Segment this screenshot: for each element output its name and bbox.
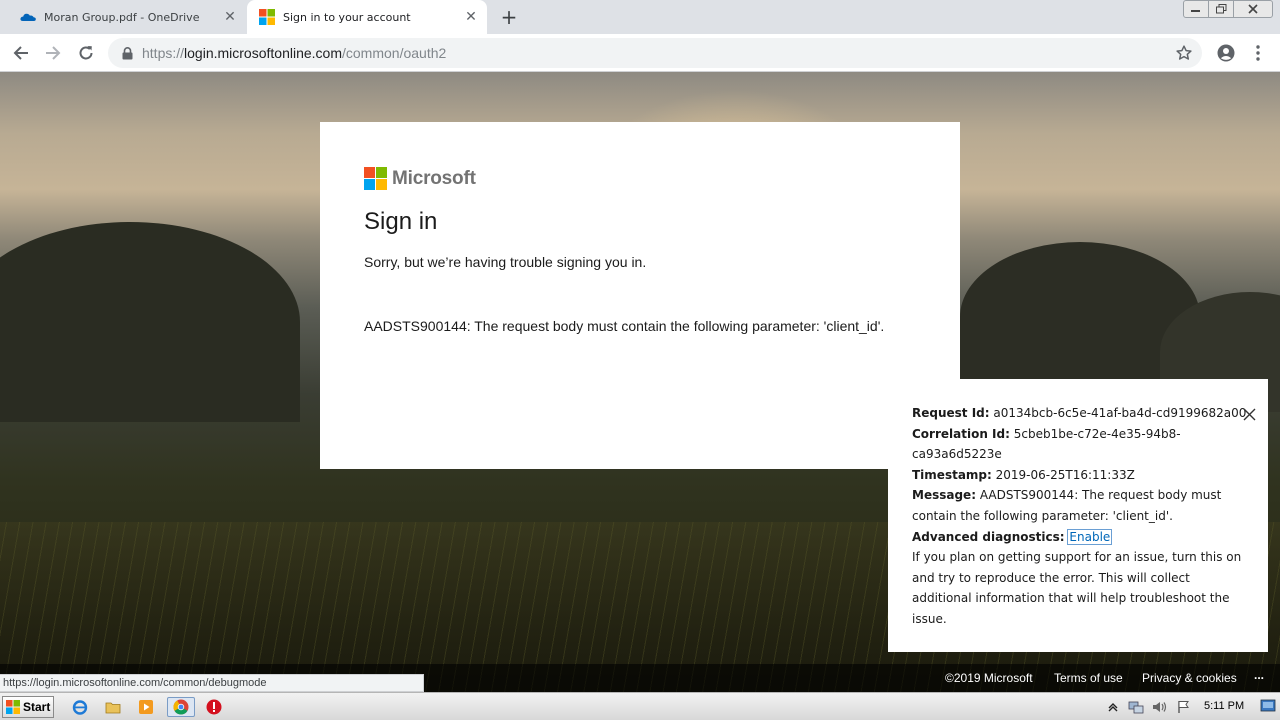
browser-toolbar: https://login.microsoftonline.com/common… [0, 34, 1280, 72]
profile-account-icon[interactable] [1214, 41, 1238, 65]
close-tab-icon[interactable]: ✕ [220, 7, 240, 27]
close-window-button[interactable] [1233, 0, 1273, 18]
message-continuation: contain the following parameter: 'client… [912, 508, 1173, 523]
watermark: ANY RUN [1038, 610, 1243, 657]
correlation-id-row: Correlation Id: 5cbeb1be-c72e-4e35-94b8- [912, 424, 1232, 445]
error-subtitle: Sorry, but we’re having trouble signing … [364, 254, 647, 270]
microsoft-logo-icon [259, 9, 275, 25]
show-desktop-icon[interactable] [1260, 698, 1276, 714]
background-hill [0, 222, 300, 422]
url-host: login.microsoftonline.com [184, 45, 342, 61]
close-icon[interactable] [1240, 405, 1258, 423]
correlation-id-label: Correlation Id: [912, 426, 1010, 441]
help-text-line: and try to reproduce the error. This wil… [912, 570, 1190, 585]
more-options-link[interactable]: ... [1254, 668, 1264, 682]
bookmark-star-icon[interactable] [1174, 43, 1194, 63]
advanced-diagnostics-label: Advanced diagnostics: [912, 529, 1065, 544]
url-scheme: https:// [142, 45, 185, 61]
error-message: AADSTS900144: The request body must cont… [364, 318, 885, 334]
address-bar[interactable]: https://login.microsoftonline.com/common… [108, 38, 1202, 68]
chrome-taskbar-icon[interactable] [167, 697, 195, 717]
enable-diagnostics-link[interactable]: Enable [1067, 528, 1113, 545]
network-icon[interactable] [1128, 700, 1144, 714]
back-arrow-icon[interactable] [9, 41, 33, 65]
brand-name: Microsoft [392, 167, 476, 189]
help-text-line: If you plan on getting support for an is… [912, 550, 1242, 565]
browser-tab-strip: Moran Group.pdf - OneDrive ✕ Sign in to … [0, 0, 1280, 34]
message-value: AADSTS900144: The request body must [979, 488, 1222, 503]
copyright-text: ©2019 Microsoft [945, 671, 1033, 685]
minimize-window-button[interactable] [1183, 0, 1209, 18]
opera-icon[interactable] [203, 697, 225, 717]
timestamp-label: Timestamp: [912, 467, 992, 482]
microsoft-logo: Microsoft [364, 167, 476, 190]
file-explorer-icon[interactable] [102, 697, 124, 717]
show-hidden-icons-icon[interactable] [1108, 702, 1118, 712]
link-status-bar: https://login.microsoftonline.com/common… [0, 674, 424, 692]
tab-onedrive[interactable]: Moran Group.pdf - OneDrive ✕ [8, 0, 246, 34]
sign-in-card: Microsoft Sign in Sorry, but we’re havin… [320, 122, 960, 469]
correlation-id-continuation: ca93a6d5223e [912, 447, 1002, 462]
system-tray [1108, 696, 1192, 718]
volume-icon[interactable] [1152, 700, 1168, 714]
correlation-id-value: 5cbeb1be-c72e-4e35-94b8- [1013, 426, 1181, 441]
url-path: /common/oauth2 [342, 45, 447, 61]
help-text-line: additional information that will help tr… [912, 591, 1230, 606]
page-title: Sign in [364, 208, 438, 235]
action-center-flag-icon[interactable] [1176, 700, 1192, 714]
start-button[interactable]: Start [2, 696, 54, 718]
internet-explorer-icon[interactable] [69, 697, 91, 717]
windows-taskbar: Start 5:11 PM [0, 692, 1280, 720]
windows-logo-icon [6, 700, 20, 714]
timestamp-row: Timestamp: 2019-06-25T16:11:33Z [912, 465, 1232, 486]
tab-title: Sign in to your account [283, 10, 411, 24]
tab-title: Moran Group.pdf - OneDrive [44, 10, 200, 24]
browser-menu-icon[interactable] [1246, 41, 1270, 65]
microsoft-squares-icon [364, 167, 387, 190]
start-label: Start [23, 700, 51, 714]
reload-icon[interactable] [74, 41, 98, 65]
advanced-diagnostics-row: Advanced diagnostics: Enable [912, 527, 1232, 548]
close-tab-icon[interactable]: ✕ [461, 7, 481, 27]
lock-icon[interactable] [120, 46, 134, 60]
tab-sign-in[interactable]: Sign in to your account ✕ [247, 0, 487, 34]
new-tab-button[interactable]: + [498, 5, 520, 29]
privacy-cookies-link[interactable]: Privacy & cookies [1142, 671, 1237, 685]
terms-of-use-link[interactable]: Terms of use [1054, 671, 1123, 685]
url-text: https://login.microsoftonline.com/common… [142, 45, 446, 61]
message-row: Message: AADSTS900144: The request body … [912, 485, 1232, 506]
media-player-icon[interactable] [135, 697, 157, 717]
forward-arrow-icon[interactable] [41, 41, 65, 65]
request-id-label: Request Id: [912, 406, 990, 420]
onedrive-cloud-icon [20, 9, 36, 25]
timestamp-value: 2019-06-25T16:11:33Z [995, 467, 1135, 482]
request-id-row: Request Id: a0134bcb-6c5e-41af-ba4d-cd91… [912, 403, 1246, 424]
message-label: Message: [912, 488, 976, 503]
restore-window-button[interactable] [1208, 0, 1234, 18]
taskbar-clock[interactable]: 5:11 PM [1204, 700, 1244, 712]
request-id-value: a0134bcb-6c5e-41af-ba4d-cd9199682a00 [993, 406, 1247, 420]
